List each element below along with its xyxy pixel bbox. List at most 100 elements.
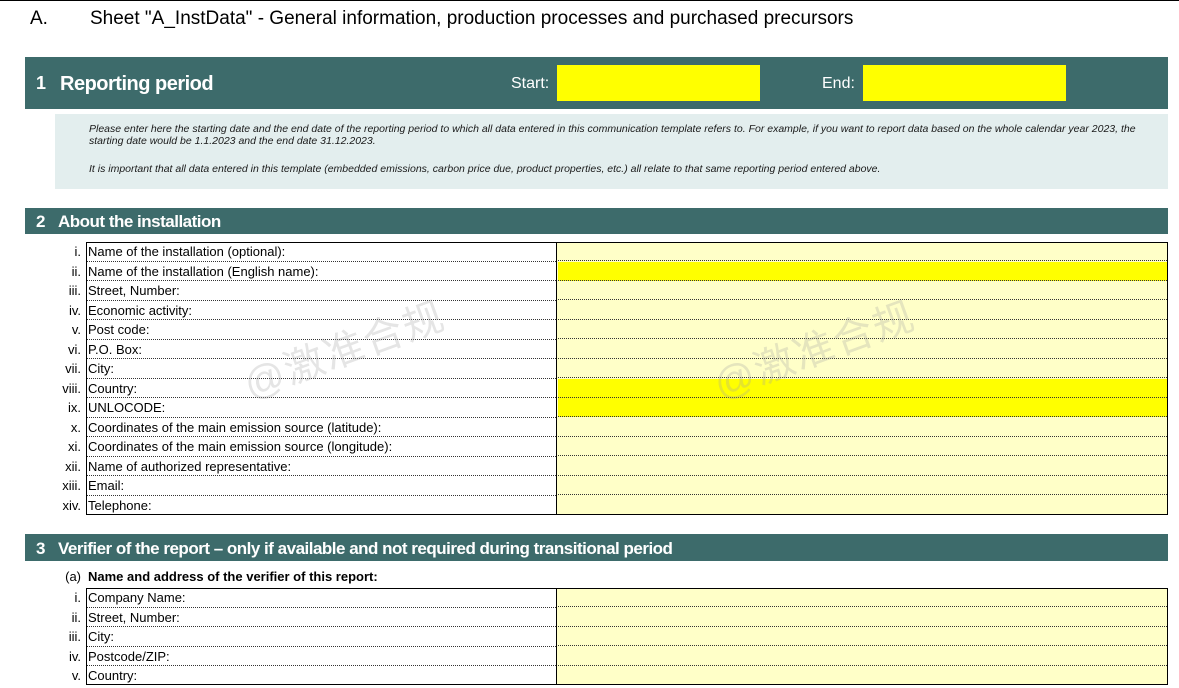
row-label: Telephone: — [88, 497, 152, 513]
form-row: i. Company Name: — [0, 588, 1179, 608]
row-number: i. — [74, 244, 82, 259]
row-value-input[interactable] — [558, 495, 1167, 515]
row-number: v. — [71, 668, 81, 683]
row-number: x. — [70, 419, 81, 435]
row-number: iii. — [68, 629, 81, 644]
row-value-input[interactable] — [558, 476, 1167, 495]
row-number: v. — [71, 322, 81, 337]
form-row: i. Name of the installation (optional): — [0, 242, 1179, 262]
section-2-number: 2 — [36, 212, 45, 231]
verifier-subheading-label: Name and address of the verifier of this… — [88, 569, 378, 584]
row-value-input[interactable] — [558, 666, 1167, 685]
section-1-header: 1 Reporting period Start: End: — [25, 57, 1168, 109]
row-number: xii. — [65, 458, 81, 474]
form-row: ii. Name of the installation (English nam… — [0, 261, 1179, 281]
row-value-input[interactable] — [558, 281, 1167, 300]
row-label: Street, Number: — [88, 283, 180, 298]
row-value-input[interactable] — [558, 437, 1167, 456]
section-1-number: 1 — [36, 73, 47, 93]
row-number: xiv. — [62, 497, 81, 513]
verifier-form: i. Company Name: ii. Street, Number: iii. Cit… — [0, 588, 1179, 685]
row-label: City: — [88, 361, 114, 376]
row-label: Coordinates of the main emission source … — [88, 419, 382, 435]
form-row: iii. City: — [0, 627, 1179, 647]
section-3-title: Verifier of the report – only if availab… — [58, 539, 673, 558]
row-value-input[interactable] — [558, 261, 1167, 281]
row-value-input[interactable] — [558, 339, 1167, 359]
form-row: xiii. Email: — [0, 476, 1179, 496]
start-date-input[interactable] — [557, 65, 760, 101]
row-label: P.O. Box: — [88, 341, 142, 357]
form-row: xii. Name of authorized representative: — [0, 456, 1179, 476]
row-number: ii. — [71, 609, 81, 625]
row-number: iv. — [68, 302, 81, 318]
start-label: Start: — [511, 75, 550, 92]
row-number: i. — [74, 590, 82, 605]
top-rule — [0, 0, 1179, 1]
row-number: ii. — [71, 263, 81, 279]
form-row: v. Post code: — [0, 320, 1179, 340]
section-1-title: Reporting period — [60, 73, 214, 95]
row-label: Company Name: — [88, 590, 186, 605]
row-label: Country: — [88, 380, 138, 396]
form-row: iv. Postcode/ZIP: — [0, 646, 1179, 666]
form-row: xiv. Telephone: — [0, 495, 1179, 516]
verifier-subheading: (a) Name and address of the verifier of … — [0, 569, 1179, 587]
form-row: iv. Economic activity: — [0, 300, 1179, 320]
row-value-input[interactable] — [558, 456, 1167, 476]
row-number: iii. — [68, 283, 81, 298]
row-label: Coordinates of the main emission source … — [88, 439, 393, 454]
sheet-letter: A. — [30, 8, 48, 29]
verifier-subheading-number: (a) — [65, 569, 81, 584]
row-value-input[interactable] — [558, 588, 1167, 607]
section-3-header: 3 Verifier of the report – only if avail… — [25, 534, 1168, 561]
info-paragraph-1: Please enter here the starting date and … — [89, 123, 1136, 147]
row-number: xi. — [68, 439, 81, 454]
row-value-input[interactable] — [558, 378, 1167, 398]
form-row: viii. Country: — [0, 378, 1179, 398]
section-2-header: 2 About the installation — [25, 208, 1168, 234]
form-row: x. Coordinates of the main emission sourc… — [0, 417, 1179, 437]
form-row: v. Country: — [0, 666, 1179, 686]
info-paragraph-2: It is important that all data entered in… — [89, 163, 881, 175]
row-label: Postcode/ZIP: — [88, 648, 170, 664]
row-value-input[interactable] — [558, 300, 1167, 320]
form-row: vii. City: — [0, 359, 1179, 379]
installation-form: i. Name of the installation (optional): ii… — [0, 242, 1179, 515]
row-label: Country: — [88, 668, 138, 683]
row-label: Name of the installation (optional): — [88, 244, 286, 259]
form-row: ix. UNLOCODE: — [0, 398, 1179, 418]
row-label: Post code: — [88, 322, 150, 337]
row-label: Name of authorized representative: — [88, 458, 292, 474]
row-value-input[interactable] — [558, 359, 1167, 378]
form-row: iii. Street, Number: — [0, 281, 1179, 301]
end-date-input[interactable] — [863, 65, 1066, 101]
row-value-input[interactable] — [558, 607, 1167, 627]
reporting-period-info-box: Please enter here the starting date and … — [55, 114, 1168, 189]
row-label: City: — [88, 629, 114, 644]
section-3-number: 3 — [36, 539, 45, 558]
section-2-title: About the installation — [58, 212, 221, 231]
form-row: ii. Street, Number: — [0, 607, 1179, 627]
end-label: End: — [822, 75, 855, 92]
form-row: vi. P.O. Box: — [0, 339, 1179, 359]
row-number: ix. — [68, 400, 81, 415]
row-label: Email: — [88, 478, 125, 493]
sheet-title-text: Sheet "A_InstData" - General information… — [90, 8, 854, 29]
row-value-input[interactable] — [558, 320, 1167, 339]
sheet-title: A. Sheet "A_InstData" - General informati… — [30, 8, 853, 30]
row-value-input[interactable] — [558, 242, 1167, 261]
row-value-input[interactable] — [558, 627, 1167, 646]
row-number: vii. — [65, 361, 81, 376]
row-number: xiii. — [62, 478, 81, 493]
row-value-input[interactable] — [558, 646, 1167, 666]
row-number: vi. — [68, 341, 81, 357]
row-label: Street, Number: — [88, 609, 180, 625]
row-label: UNLOCODE: — [88, 400, 166, 415]
row-number: iv. — [68, 648, 81, 664]
row-label: Name of the installation (English name): — [88, 263, 319, 279]
row-value-input[interactable] — [558, 398, 1167, 417]
row-value-input[interactable] — [558, 417, 1167, 437]
row-number: viii. — [62, 380, 81, 396]
row-label: Economic activity: — [88, 302, 193, 318]
